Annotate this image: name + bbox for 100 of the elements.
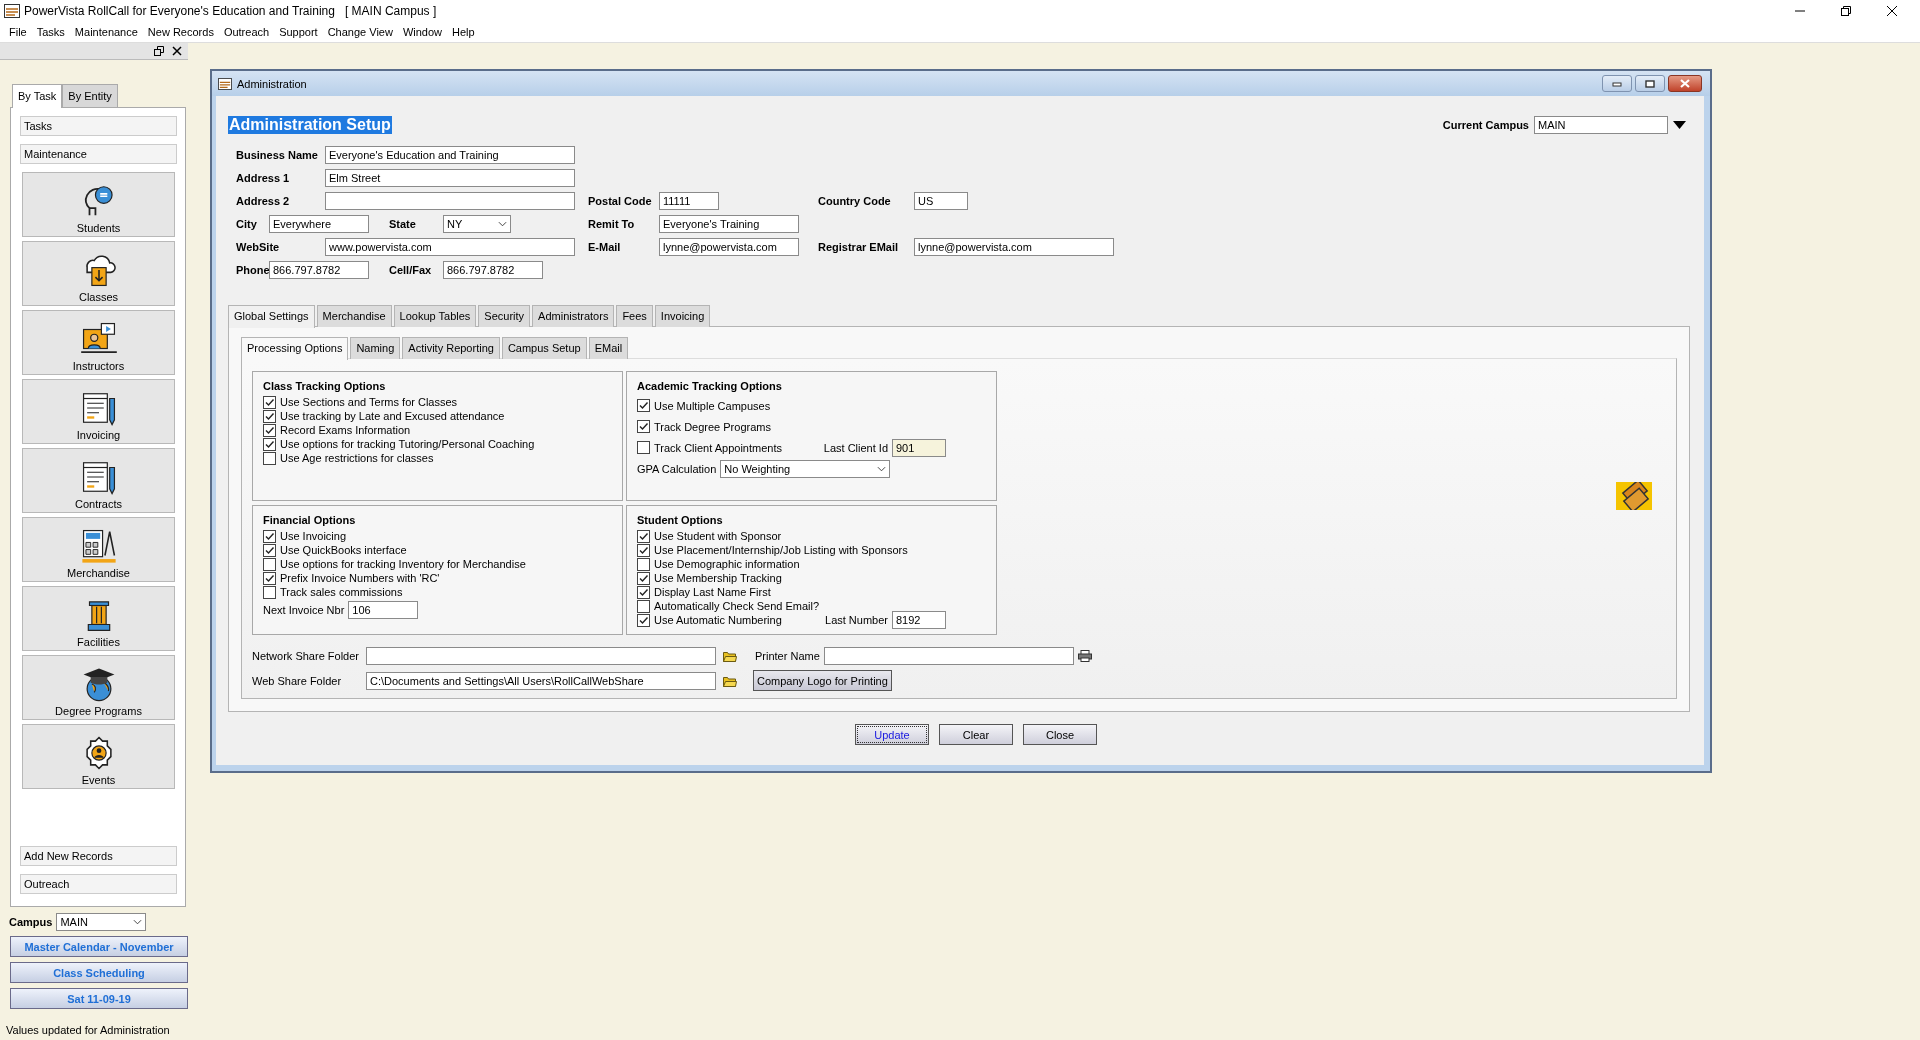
- text-field[interactable]: Everywhere: [269, 215, 369, 233]
- checkbox[interactable]: [263, 557, 276, 571]
- restore-icon[interactable]: [1840, 5, 1852, 17]
- menu-item[interactable]: Support: [274, 26, 323, 38]
- close-icon[interactable]: [172, 46, 182, 56]
- checkbox[interactable]: [637, 529, 650, 543]
- option-label: Track sales commissions: [280, 586, 403, 598]
- shortcut-button[interactable]: Class Scheduling: [10, 962, 188, 983]
- text-field[interactable]: www.powervista.com: [325, 238, 575, 256]
- text-field[interactable]: lynne@powervista.com: [659, 238, 799, 256]
- tab[interactable]: Administrators: [532, 305, 615, 327]
- sidebar-item[interactable]: Merchandise: [22, 517, 175, 582]
- sidebar-tab[interactable]: By Task: [12, 84, 63, 108]
- option-label: Use options for tracking Inventory for Merchandise: [280, 558, 526, 570]
- text-field[interactable]: 106: [348, 601, 419, 619]
- checkbox[interactable]: [637, 557, 650, 571]
- shortcut-button[interactable]: Master Calendar - November: [10, 936, 188, 957]
- menu-item[interactable]: New Records: [142, 26, 219, 38]
- text-field[interactable]: Everyone's Education and Training: [325, 146, 575, 164]
- text-field[interactable]: 11111: [659, 192, 719, 210]
- text-field[interactable]: 901: [892, 438, 946, 457]
- checkbox[interactable]: [263, 437, 276, 451]
- sidebar-section[interactable]: Tasks: [20, 116, 177, 136]
- text-field[interactable]: 866.797.8782: [269, 261, 369, 279]
- campus-select[interactable]: MAIN: [56, 913, 147, 931]
- gpa-select[interactable]: No Weighting: [720, 460, 891, 478]
- text-field[interactable]: Elm Street: [325, 169, 575, 187]
- tab[interactable]: Fees: [616, 305, 653, 327]
- checkbox[interactable]: [637, 585, 650, 599]
- maximize-button[interactable]: [1635, 75, 1665, 92]
- text-field[interactable]: [325, 192, 575, 210]
- sidebar-item[interactable]: Contracts: [22, 448, 175, 513]
- sidebar-item[interactable]: Invoicing: [22, 379, 175, 444]
- text-field[interactable]: lynne@powervista.com: [914, 238, 1114, 256]
- text-field[interactable]: 866.797.8782: [443, 261, 543, 279]
- tab[interactable]: Campus Setup: [501, 337, 587, 359]
- tab[interactable]: Naming: [350, 337, 401, 359]
- tab[interactable]: Activity Reporting: [402, 337, 500, 359]
- film-strip-icon[interactable]: [1616, 482, 1652, 510]
- shortcut-button[interactable]: Sat 11-09-19: [10, 988, 188, 1009]
- checkbox[interactable]: [637, 571, 650, 585]
- float-icon[interactable]: [154, 46, 164, 56]
- menu-item[interactable]: Maintenance: [69, 26, 143, 38]
- tab[interactable]: Lookup Tables: [393, 305, 477, 327]
- action-button[interactable]: Close: [1023, 724, 1097, 745]
- checkbox[interactable]: [263, 529, 276, 543]
- option-label: Use Automatic Numbering: [654, 614, 782, 626]
- menu-item[interactable]: Window: [397, 26, 448, 38]
- checkbox[interactable]: [637, 399, 650, 412]
- menu-item[interactable]: Tasks: [31, 26, 70, 38]
- text-field[interactable]: Everyone's Training: [659, 215, 799, 233]
- folder-icon[interactable]: [723, 650, 737, 662]
- sidebar-item[interactable]: Events: [22, 724, 175, 789]
- close-icon[interactable]: [1886, 5, 1898, 17]
- dropdown-icon[interactable]: [1673, 121, 1686, 129]
- text-field[interactable]: 8192: [892, 611, 946, 629]
- folder-icon[interactable]: [723, 674, 737, 687]
- logo-button[interactable]: Company Logo for Printing: [753, 670, 892, 691]
- tab[interactable]: Invoicing: [654, 305, 711, 327]
- sidebar-section[interactable]: Maintenance: [20, 144, 177, 164]
- checkbox[interactable]: [637, 543, 650, 557]
- checkbox[interactable]: [263, 423, 276, 437]
- tab[interactable]: EMail: [588, 337, 629, 359]
- sidebar-item[interactable]: Facilities: [22, 586, 175, 651]
- sidebar-item[interactable]: Classes: [22, 241, 175, 306]
- sidebar-section[interactable]: Add New Records: [20, 846, 177, 866]
- folder-field[interactable]: [366, 647, 716, 665]
- printer-field[interactable]: [823, 647, 1074, 665]
- menu-item[interactable]: Help: [447, 26, 480, 38]
- state-select[interactable]: NY: [443, 215, 511, 233]
- checkbox[interactable]: [263, 409, 276, 423]
- action-button[interactable]: Update: [855, 724, 929, 745]
- action-button[interactable]: Clear: [939, 724, 1013, 745]
- checkbox[interactable]: [637, 441, 650, 454]
- folder-field[interactable]: C:\Documents and Settings\All Users\RollCallWebShare: [366, 671, 716, 690]
- checkbox[interactable]: [263, 585, 276, 599]
- checkbox[interactable]: [263, 395, 276, 409]
- menu-item[interactable]: File: [4, 26, 32, 38]
- tab[interactable]: Global Settings: [228, 305, 315, 328]
- printer-icon[interactable]: [1077, 650, 1092, 662]
- menu-item[interactable]: Outreach: [218, 26, 275, 38]
- sidebar-section[interactable]: Outreach: [20, 874, 177, 894]
- minimize-button[interactable]: [1602, 75, 1632, 92]
- checkbox[interactable]: [637, 613, 650, 627]
- checkbox[interactable]: [263, 571, 276, 585]
- checkbox[interactable]: [637, 420, 650, 433]
- tab[interactable]: Processing Options: [241, 337, 349, 360]
- menu-item[interactable]: Change View: [322, 26, 398, 38]
- sidebar-item[interactable]: Degree Programs: [22, 655, 175, 720]
- campus-field[interactable]: MAIN: [1534, 116, 1668, 134]
- sidebar-tab[interactable]: By Entity: [62, 84, 118, 107]
- checkbox[interactable]: [263, 543, 276, 557]
- checkbox[interactable]: [263, 451, 276, 465]
- sidebar-item[interactable]: Students: [22, 172, 175, 237]
- tab[interactable]: Merchandise: [316, 305, 392, 327]
- tab[interactable]: Security: [478, 305, 531, 327]
- checkbox[interactable]: [637, 599, 650, 613]
- sidebar-item[interactable]: Instructors: [22, 310, 175, 375]
- text-field[interactable]: US: [914, 192, 968, 210]
- close-button[interactable]: [1668, 75, 1702, 92]
